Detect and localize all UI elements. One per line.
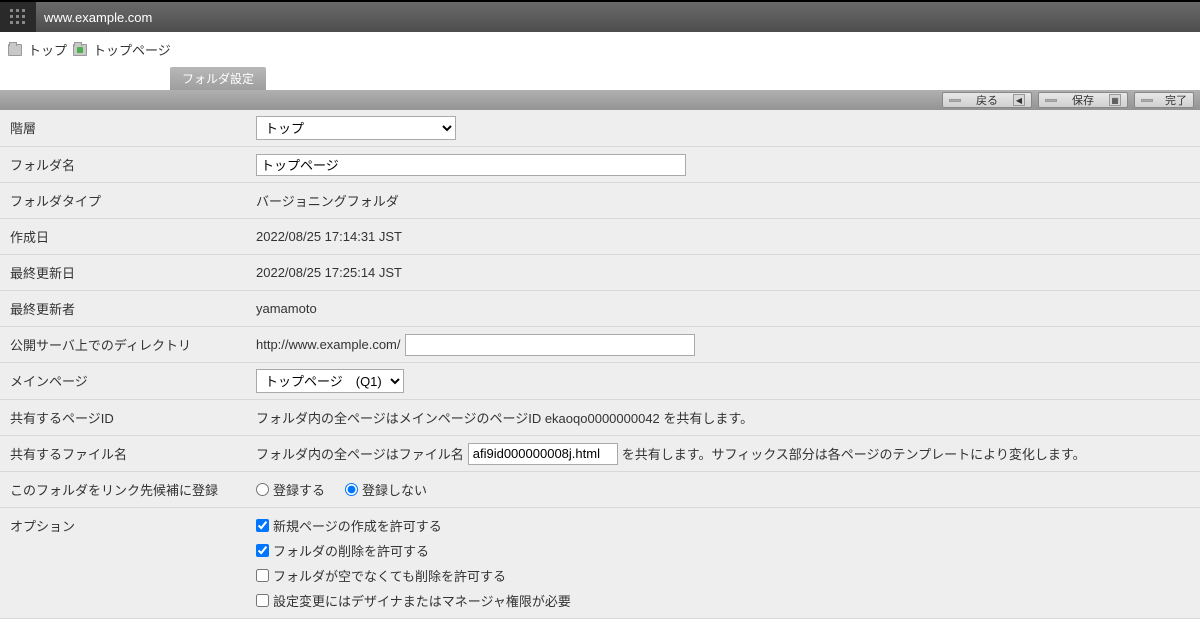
opt-allow-new-page-label: 新規ページの作成を許可する	[273, 516, 442, 535]
label-options: オプション	[0, 508, 250, 618]
directory-prefix: http://www.example.com/	[256, 337, 401, 352]
arrow-left-icon: ◀	[1013, 94, 1025, 106]
action-toolbar: 戻る ◀ 保存 ▦ 完了	[0, 90, 1200, 110]
app-icon	[0, 2, 36, 32]
folder-icon	[8, 44, 22, 56]
breadcrumb: トップ トップページ	[0, 32, 1200, 67]
back-button[interactable]: 戻る ◀	[942, 92, 1032, 108]
label-shared-id: 共有するページID	[0, 400, 250, 435]
done-button[interactable]: 完了	[1134, 92, 1194, 108]
opt-require-role-checkbox[interactable]	[256, 594, 269, 607]
value-folder-type: バージョニングフォルダ	[250, 183, 1200, 218]
window-title: www.example.com	[40, 10, 152, 25]
tab-folder-settings[interactable]: フォルダ設定	[170, 67, 266, 90]
label-register: このフォルダをリンク先候補に登録	[0, 472, 250, 507]
save-icon: ▦	[1109, 94, 1121, 106]
dash-icon	[949, 99, 961, 102]
opt-allow-delete-label: フォルダの削除を許可する	[273, 541, 429, 560]
dash-icon	[1045, 99, 1057, 102]
value-created: 2022/08/25 17:14:31 JST	[250, 219, 1200, 254]
form-body: 階層 トップ フォルダ名 フォルダタイプ バージョニングフォルダ 作成日 202…	[0, 110, 1200, 619]
breadcrumb-item[interactable]: トップページ	[93, 40, 171, 59]
main-page-select[interactable]: トップページ (Q1)	[256, 369, 404, 393]
opt-require-role-label: 設定変更にはデザイナまたはマネージャ権限が必要	[273, 591, 571, 610]
register-yes-radio[interactable]	[256, 483, 269, 496]
value-shared-id: フォルダ内の全ページはメインページのページID ekaoqo0000000042…	[250, 400, 1200, 435]
label-shared-file: 共有するファイル名	[0, 436, 250, 471]
register-no-label: 登録しない	[362, 480, 427, 499]
folder-name-input[interactable]	[256, 154, 686, 176]
window-titlebar: www.example.com	[0, 0, 1200, 32]
opt-allow-new-page-checkbox[interactable]	[256, 519, 269, 532]
hierarchy-select[interactable]: トップ	[256, 116, 456, 140]
opt-delete-nonempty-checkbox[interactable]	[256, 569, 269, 582]
shared-file-prefix: フォルダ内の全ページはファイル名	[256, 444, 464, 463]
shared-file-input[interactable]	[468, 443, 618, 465]
label-main-page: メインページ	[0, 363, 250, 399]
label-folder-name: フォルダ名	[0, 147, 250, 182]
opt-allow-delete-checkbox[interactable]	[256, 544, 269, 557]
label-created: 作成日	[0, 219, 250, 254]
save-button[interactable]: 保存 ▦	[1038, 92, 1128, 108]
folder-icon	[73, 44, 87, 56]
shared-file-suffix: を共有します。サフィックス部分は各ページのテンプレートにより変化します。	[622, 444, 1086, 463]
register-no-radio[interactable]	[345, 483, 358, 496]
value-updater: yamamoto	[250, 291, 1200, 326]
directory-input[interactable]	[405, 334, 695, 356]
label-updater: 最終更新者	[0, 291, 250, 326]
label-directory: 公開サーバ上でのディレクトリ	[0, 327, 250, 362]
tabs-row: フォルダ設定	[0, 67, 1200, 90]
label-folder-type: フォルダタイプ	[0, 183, 250, 218]
label-updated: 最終更新日	[0, 255, 250, 290]
breadcrumb-item[interactable]: トップ	[28, 40, 67, 59]
dash-icon	[1141, 99, 1153, 102]
value-updated: 2022/08/25 17:25:14 JST	[250, 255, 1200, 290]
label-hierarchy: 階層	[0, 110, 250, 146]
register-yes-label: 登録する	[273, 480, 325, 499]
